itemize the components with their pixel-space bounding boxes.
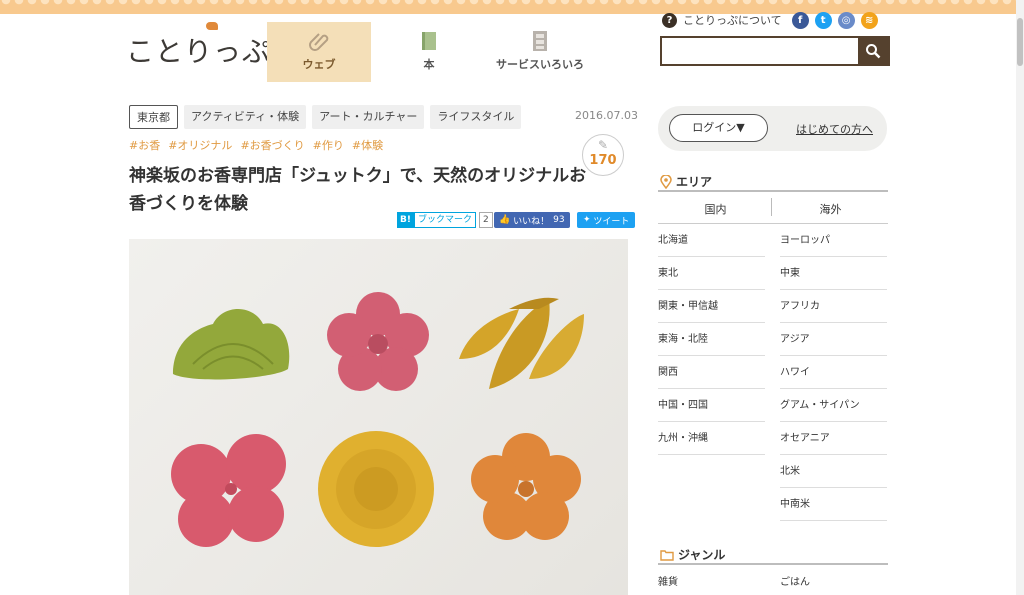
list-item[interactable]: 関東・甲信越 <box>658 290 765 323</box>
bookmark-label: ブックマーク <box>413 212 476 228</box>
list-item[interactable]: ハワイ <box>780 356 887 389</box>
nav-web-label: ウェブ <box>302 58 336 71</box>
paperclip-icon: ✎ <box>597 138 609 152</box>
first-time-link[interactable]: はじめての方へ <box>796 121 873 137</box>
map-pin-icon <box>660 174 672 189</box>
list-item[interactable]: 東北 <box>658 257 765 290</box>
list-item[interactable]: アジア <box>780 323 887 356</box>
clip-count: 170 <box>589 153 617 168</box>
bird-icon <box>206 22 218 30</box>
hashtag[interactable]: #お香づくり <box>240 137 304 153</box>
rss-icon[interactable]: ≋ <box>860 11 878 29</box>
list-item[interactable]: 中南米 <box>780 488 887 521</box>
search-icon <box>866 44 881 59</box>
area-divider <box>658 190 888 192</box>
list-item[interactable]: オセアニア <box>780 422 887 455</box>
thumbs-up-icon: 👍 <box>499 215 511 225</box>
area-tag[interactable]: 東京都 <box>129 105 178 129</box>
category-tag[interactable]: アクティビティ・体験 <box>184 105 307 129</box>
instagram-icon[interactable]: ◎ <box>837 11 855 29</box>
hatena-icon: B! <box>397 212 414 228</box>
book-icon <box>422 32 436 50</box>
hashtag[interactable]: #オリジナル <box>168 137 232 153</box>
cabinet-icon <box>533 31 547 51</box>
clip-icon <box>309 33 329 51</box>
page-scrollbar[interactable] <box>1016 0 1024 595</box>
nav-web[interactable]: ウェブ <box>267 22 371 82</box>
search-input[interactable] <box>662 38 858 64</box>
hashtag[interactable]: #体験 <box>352 137 383 153</box>
incense-shapes-illustration <box>171 292 584 547</box>
bird-icon: ✦ <box>583 215 591 225</box>
about-bar: ? ことりっぷについて f t ◎ ≋ <box>662 10 878 30</box>
tab-domestic[interactable]: 国内 <box>658 201 773 217</box>
hashtag-list: #お香 #オリジナル #お香づくり #作り #体験 <box>129 137 383 153</box>
login-panel: ログイン▼ はじめての方へ <box>658 106 887 151</box>
genre-item[interactable]: ごはん <box>780 573 810 588</box>
list-item[interactable]: 関西 <box>658 356 765 389</box>
nav-book[interactable]: 本 <box>377 22 481 82</box>
tweet-button[interactable]: ✦ ツイート <box>577 212 636 228</box>
category-tag[interactable]: アート・カルチャー <box>312 105 425 129</box>
domestic-list: 北海道 東北 関東・甲信越 東海・北陸 関西 中国・四国 九州・沖縄 <box>658 224 765 455</box>
search-bar <box>660 36 890 66</box>
list-item[interactable]: 中東 <box>780 257 887 290</box>
area-heading: エリア <box>660 173 712 190</box>
twitter-icon[interactable]: t <box>814 11 832 29</box>
question-icon: ? <box>662 12 677 28</box>
nav-services[interactable]: サービスいろいろ <box>488 22 592 82</box>
tab-overseas[interactable]: 海外 <box>773 201 888 217</box>
article-date: 2016.07.03 <box>575 109 638 122</box>
folder-icon <box>660 549 674 561</box>
logo-text: ことりっぷ <box>126 35 272 68</box>
list-item[interactable]: 北海道 <box>658 224 765 257</box>
hashtag[interactable]: #作り <box>313 137 344 153</box>
tab-separator <box>771 198 772 216</box>
list-item[interactable]: 北米 <box>780 455 887 488</box>
about-link[interactable]: ことりっぷについて <box>683 12 782 28</box>
genre-heading-text: ジャンル <box>678 548 726 562</box>
bookmark-count: 2 <box>478 212 493 228</box>
area-heading-text: エリア <box>676 175 713 189</box>
genre-heading: ジャンル <box>660 546 725 563</box>
nav-book-label: 本 <box>423 58 435 71</box>
list-item[interactable]: 九州・沖縄 <box>658 422 765 455</box>
site-logo[interactable]: ことりっぷ <box>126 22 272 70</box>
list-item[interactable]: アフリカ <box>780 290 887 323</box>
category-tag[interactable]: ライフスタイル <box>430 105 522 129</box>
overseas-list: ヨーロッパ 中東 アフリカ アジア ハワイ グアム・サイパン オセアニア 北米 … <box>780 224 887 521</box>
nav-services-label: サービスいろいろ <box>496 58 584 71</box>
list-item[interactable]: 東海・北陸 <box>658 323 765 356</box>
like-count: 93 <box>553 215 565 225</box>
facebook-like-button[interactable]: 👍 いいね！ 93 <box>494 212 570 228</box>
like-label: いいね！ <box>513 216 550 227</box>
scrollbar-thumb[interactable] <box>1017 18 1023 66</box>
hero-image <box>129 239 628 595</box>
facebook-icon[interactable]: f <box>791 11 809 29</box>
login-button[interactable]: ログイン▼ <box>669 114 768 142</box>
genre-item[interactable]: 雑貨 <box>658 573 678 588</box>
article-tags: 東京都 アクティビティ・体験 アート・カルチャー ライフスタイル <box>129 105 522 129</box>
tweet-label: ツイート <box>593 216 630 227</box>
list-item[interactable]: グアム・サイパン <box>780 389 887 422</box>
search-button[interactable] <box>858 38 888 64</box>
hatena-bookmark-button[interactable]: B! ブックマーク 2 <box>397 212 493 228</box>
hashtag[interactable]: #お香 <box>129 137 160 153</box>
genre-divider <box>658 563 888 565</box>
list-item[interactable]: ヨーロッパ <box>780 224 887 257</box>
article-title: 神楽坂のお香専門店「ジュットク」で、天然のオリジナルお香づくりを体験 <box>129 166 587 214</box>
list-item[interactable]: 中国・四国 <box>658 389 765 422</box>
